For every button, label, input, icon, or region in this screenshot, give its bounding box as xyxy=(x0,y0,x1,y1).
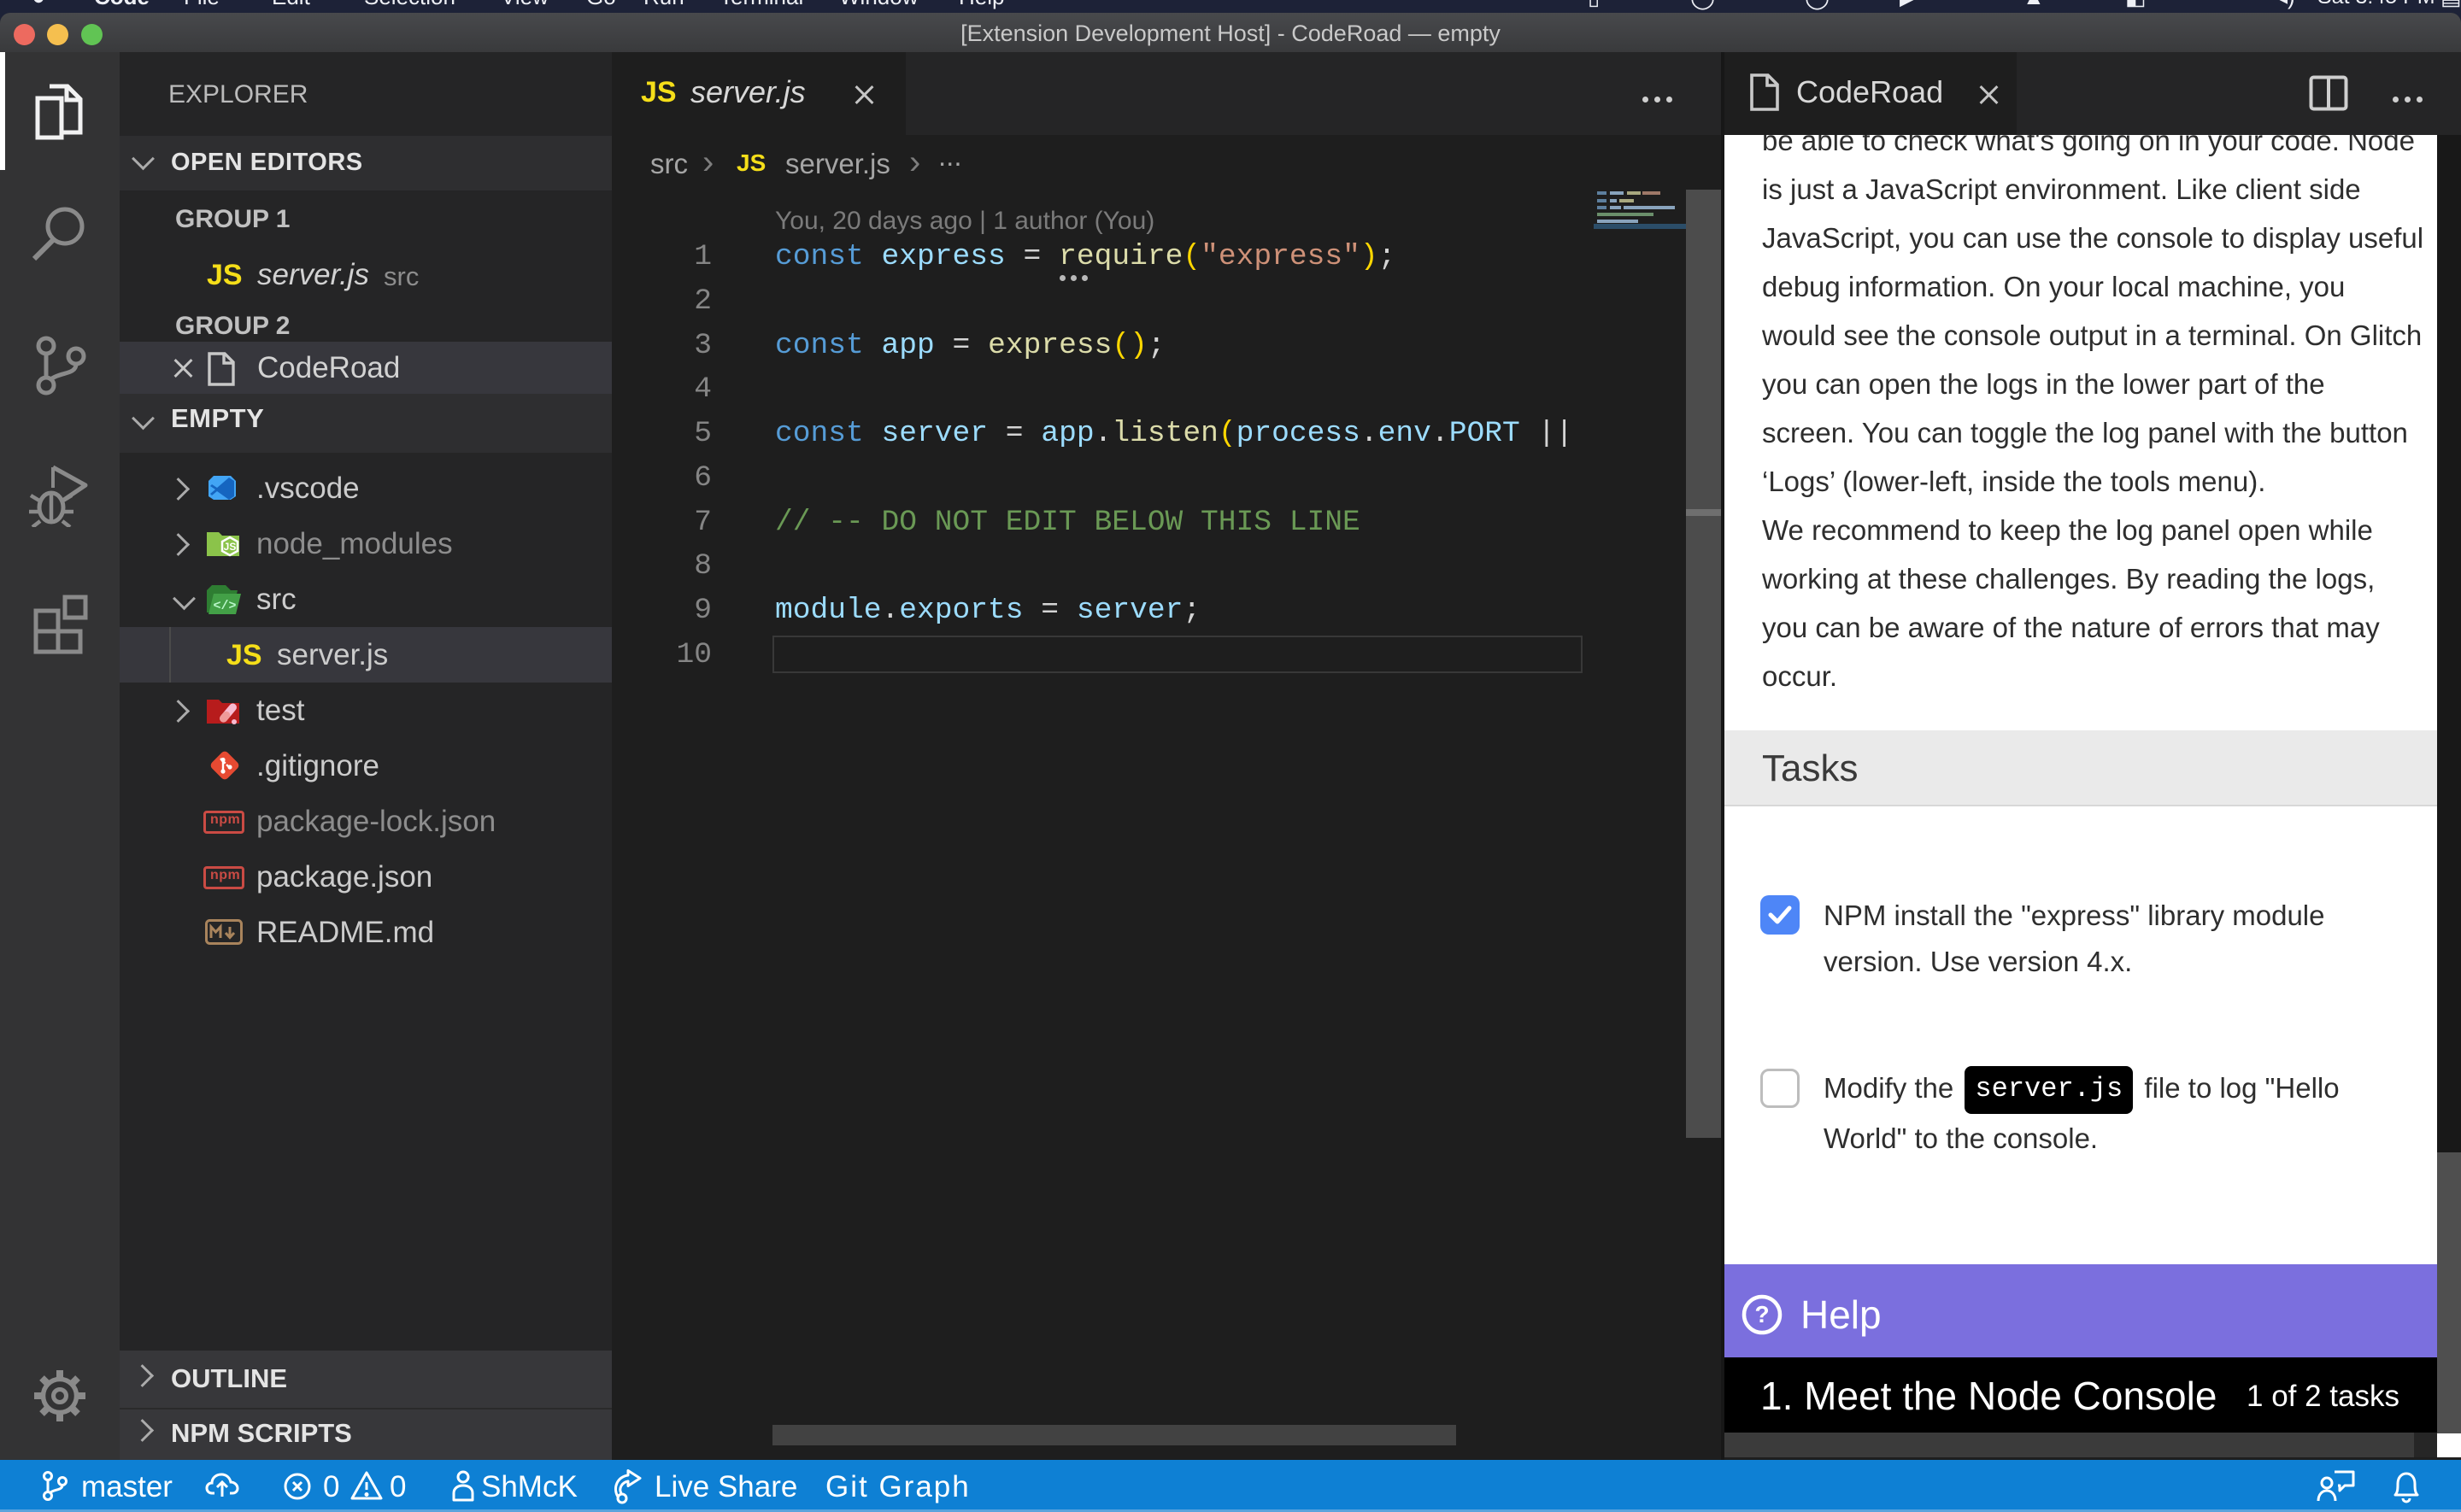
svg-text:JS: JS xyxy=(224,541,237,553)
svg-text:?: ? xyxy=(1754,1301,1769,1327)
svg-text:</>: </> xyxy=(213,599,236,613)
